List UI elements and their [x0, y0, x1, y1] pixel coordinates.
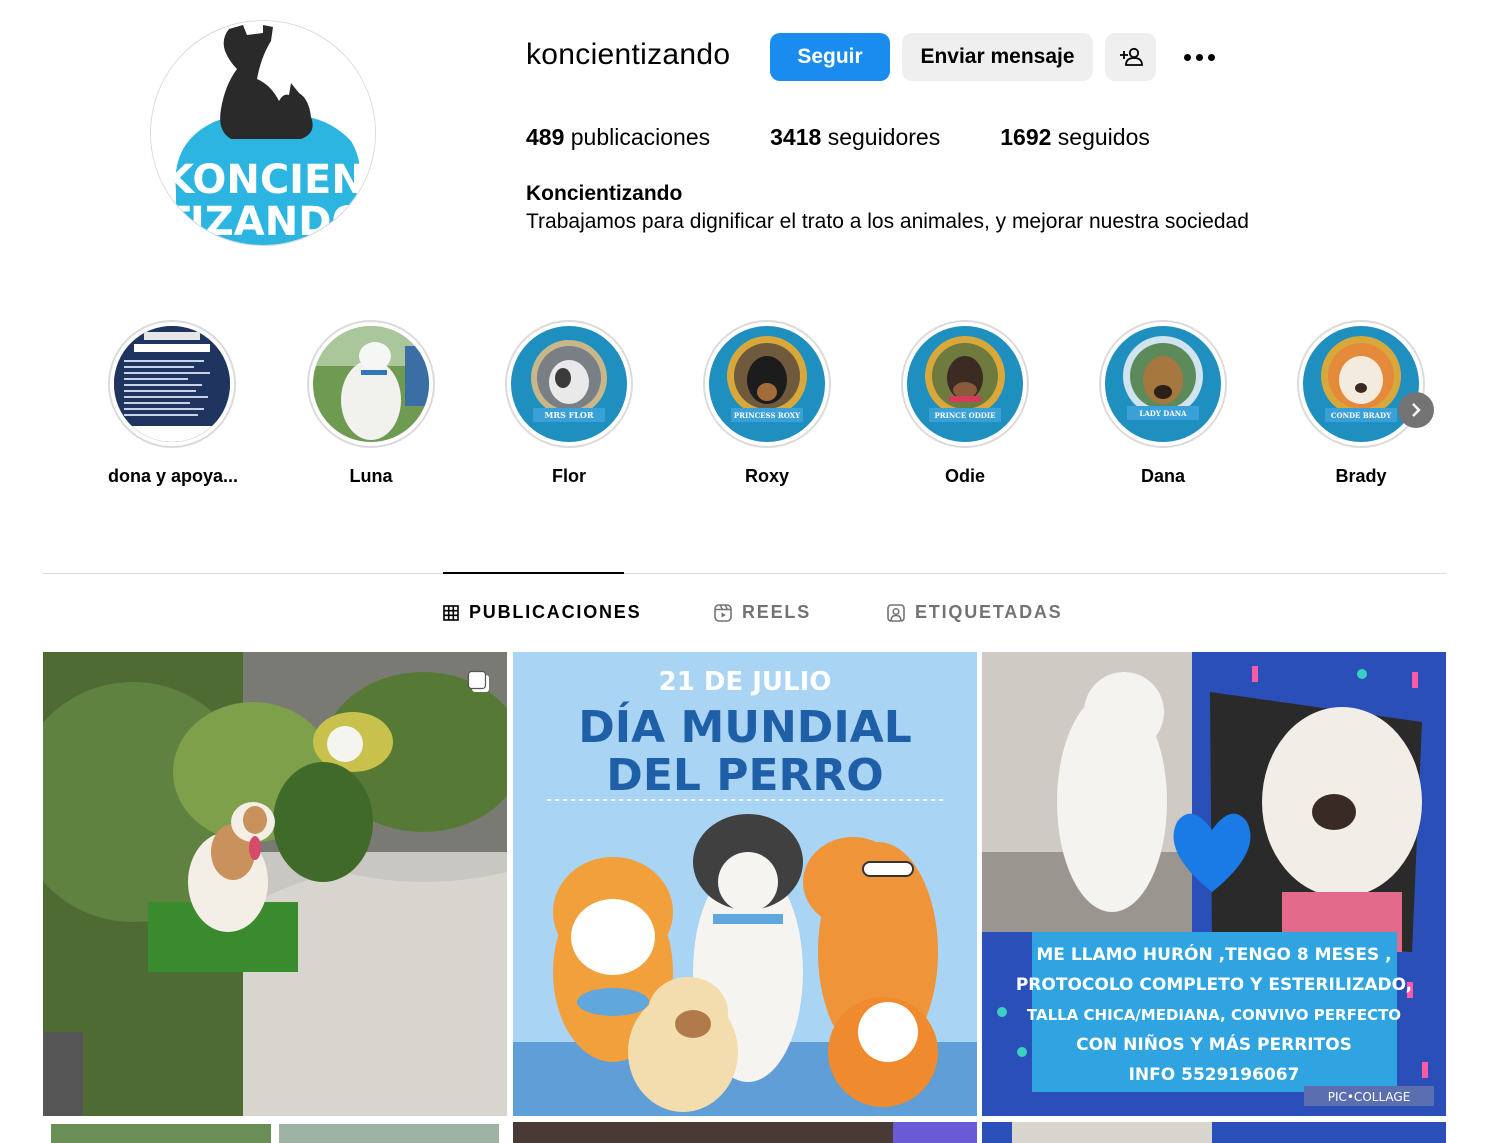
highlight-label: Dana [1140, 466, 1185, 486]
add-person-icon [1119, 47, 1143, 66]
send-message-button[interactable]: Enviar mensaje [902, 33, 1093, 81]
highlight-label: Flor [552, 466, 586, 486]
highlight-ring [108, 320, 236, 448]
highlights-next-button[interactable] [1398, 392, 1434, 428]
followers-count: 3418 [770, 124, 822, 150]
tab-reels[interactable]: REELS [714, 602, 811, 623]
suggest-people-button[interactable] [1105, 33, 1156, 81]
chevron-right-icon [1412, 403, 1421, 417]
profile-full-name: Koncientizando [526, 182, 683, 205]
highlight-cover: PRINCESS ROXY [709, 326, 825, 442]
highlight-roxy[interactable]: PRINCESS ROXY Roxy [703, 320, 831, 487]
profile-stats: 489 publicaciones 3418 seguidores 1692 s… [526, 124, 1210, 151]
highlight-ring: PRINCE ODDIE [901, 320, 1029, 448]
highlight-odie[interactable]: PRINCE ODDIE Odie [901, 320, 1029, 487]
highlight-label: Luna [349, 466, 393, 486]
koncientizando-logo: KONCIEN TIZANDO [151, 21, 375, 245]
tab-label: REELS [742, 602, 812, 622]
post-tile[interactable] [982, 1122, 1446, 1143]
highlight-cover: CONDE BRADY [1303, 326, 1419, 442]
svg-text:INFO 5529196067: INFO 5529196067 [1129, 1065, 1300, 1085]
svg-text:ME LLAMO HURÓN ,TENGO 8 MESES: ME LLAMO HURÓN ,TENGO 8 MESES , [1036, 943, 1391, 965]
post-tile[interactable]: ME LLAMO HURÓN ,TENGO 8 MESES , PROTOCOL… [982, 652, 1446, 1116]
post-image: ME LLAMO HURÓN ,TENGO 8 MESES , PROTOCOL… [982, 652, 1446, 1116]
highlight-label: dona y apoya... [108, 466, 239, 486]
post-tile[interactable] [513, 1122, 977, 1143]
tabs-divider [43, 573, 1446, 574]
svg-text:LADY DANA: LADY DANA [1139, 409, 1187, 418]
highlight-cover: MRS FLOR [511, 326, 627, 442]
post-image [43, 1122, 507, 1143]
post-tile[interactable]: 21 DE JULIO DÍA MUNDIAL DEL PERRO [513, 652, 977, 1116]
svg-text:TIZANDO: TIZANDO [163, 199, 366, 245]
highlight-cover [313, 326, 429, 442]
active-tab-indicator [443, 572, 624, 574]
follow-button[interactable]: Seguir [770, 33, 890, 81]
highlight-cover [114, 326, 230, 442]
followers-label: seguidores [821, 124, 941, 150]
svg-text:21 DE JULIO: 21 DE JULIO [659, 667, 832, 697]
highlight-ring: LADY DANA [1099, 320, 1227, 448]
svg-text:MRS FLOR: MRS FLOR [545, 410, 594, 420]
highlight-label: Brady [1335, 466, 1387, 486]
more-options-button[interactable] [1178, 42, 1220, 72]
highlight-cover: LADY DANA [1105, 326, 1221, 442]
posts-count: 489 [526, 124, 565, 150]
profile-username: koncientizando [526, 38, 731, 71]
profile-avatar[interactable]: KONCIEN TIZANDO [150, 20, 376, 246]
post-image [982, 1122, 1446, 1143]
posts-label: publicaciones [564, 124, 711, 150]
grid-icon [443, 604, 459, 621]
post-tile[interactable] [43, 1122, 507, 1143]
tab-posts[interactable]: PUBLICACIONES [443, 602, 641, 623]
highlight-dona[interactable]: dona y apoya... [108, 320, 239, 487]
highlight-ring: MRS FLOR [505, 320, 633, 448]
tagged-icon [887, 603, 905, 622]
highlight-ring: CONDE BRADY [1297, 320, 1425, 448]
highlight-ring: PRINCESS ROXY [703, 320, 831, 448]
svg-text:DÍA MUNDIAL: DÍA MUNDIAL [578, 700, 912, 753]
svg-text:CONDE BRADY: CONDE BRADY [1331, 411, 1392, 420]
svg-text:PROTOCOLO COMPLETO Y ESTERILIZ: PROTOCOLO COMPLETO Y ESTERILIZADO, [1016, 975, 1412, 995]
svg-text:CON NIÑOS Y MÁS PERRITOS: CON NIÑOS Y MÁS PERRITOS [1076, 1032, 1352, 1055]
more-dot-icon [1183, 53, 1191, 61]
post-image [513, 1122, 977, 1143]
svg-text:DEL PERRO: DEL PERRO [606, 750, 883, 801]
carousel-icon [467, 670, 489, 692]
tab-label: ETIQUETADAS [915, 602, 1063, 622]
svg-text:PRINCE ODDIE: PRINCE ODDIE [935, 411, 996, 420]
highlight-dana[interactable]: LADY DANA Dana [1099, 320, 1227, 487]
following-count: 1692 [1000, 124, 1052, 150]
highlight-luna[interactable]: Luna [307, 320, 435, 487]
svg-text:KONCIEN: KONCIEN [163, 157, 365, 203]
profile-bio: Trabajamos para dignificar el trato a lo… [526, 210, 1249, 233]
highlight-flor[interactable]: MRS FLOR Flor [505, 320, 633, 487]
reels-icon [714, 603, 732, 622]
svg-text:TALLA CHICA/MEDIANA, CONVIVO P: TALLA CHICA/MEDIANA, CONVIVO PERFECTO [1027, 1006, 1401, 1024]
tab-tagged[interactable]: ETIQUETADAS [887, 602, 1062, 623]
highlight-label: Roxy [744, 466, 789, 486]
more-dot-icon [1207, 53, 1215, 61]
following-stat[interactable]: 1692 seguidos [1000, 124, 1150, 151]
posts-stat: 489 publicaciones [526, 124, 710, 151]
more-dot-icon [1195, 53, 1203, 61]
followers-stat[interactable]: 3418 seguidores [770, 124, 940, 151]
post-image [43, 652, 507, 1116]
post-image: 21 DE JULIO DÍA MUNDIAL DEL PERRO [513, 652, 977, 1116]
highlight-cover: PRINCE ODDIE [907, 326, 1023, 442]
highlight-label: Odie [944, 466, 985, 486]
svg-text:PIC•COLLAGE: PIC•COLLAGE [1328, 1090, 1411, 1104]
highlight-ring [307, 320, 435, 448]
following-label: seguidos [1051, 124, 1150, 150]
post-tile[interactable] [43, 652, 507, 1116]
tab-label: PUBLICACIONES [469, 602, 642, 622]
svg-text:PRINCESS ROXY: PRINCESS ROXY [734, 411, 801, 420]
